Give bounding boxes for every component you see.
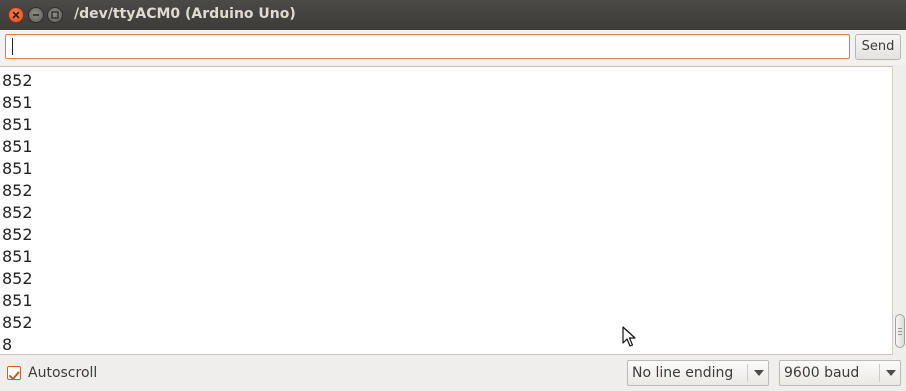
output-line: 851 (2, 159, 33, 178)
output-line: 8 (2, 335, 13, 354)
combo-separator (747, 364, 748, 382)
dropdown-arrow-icon (886, 370, 896, 376)
output-line: 852 (2, 313, 33, 332)
baud-rate-value: 9600 baud (784, 365, 860, 381)
output-line: 851 (2, 137, 33, 156)
line-ending-select[interactable]: No line ending (627, 360, 769, 386)
output-line: 851 (2, 247, 33, 266)
output-lines: 852 851 851 851 851 852 852 852 851 852 … (2, 70, 33, 354)
dropdown-arrow-icon (754, 370, 764, 376)
output-line: 852 (2, 71, 33, 90)
combo-separator (879, 364, 880, 382)
mouse-pointer-icon (622, 326, 636, 347)
checkmark-icon (9, 371, 20, 380)
autoscroll-checkbox[interactable] (7, 366, 21, 380)
vertical-scrollbar[interactable] (892, 66, 906, 355)
grip-line (898, 334, 902, 335)
baud-rate-select[interactable]: 9600 baud (779, 360, 901, 386)
grip-line (898, 328, 902, 329)
output-line: 852 (2, 181, 33, 200)
serial-input[interactable] (5, 34, 850, 59)
serial-output[interactable]: 852 851 851 851 851 852 852 852 851 852 … (0, 66, 892, 355)
close-icon[interactable] (8, 7, 24, 23)
title-bar: /dev/ttyACM0 (Arduino Uno) (0, 0, 906, 30)
output-line: 851 (2, 93, 33, 112)
minimize-icon[interactable] (28, 7, 44, 23)
bottom-bar: Autoscroll No line ending 9600 baud (0, 356, 906, 391)
output-line: 852 (2, 203, 33, 222)
output-line: 852 (2, 225, 33, 244)
send-button[interactable]: Send (855, 34, 901, 60)
output-line: 851 (2, 115, 33, 134)
window-title: /dev/ttyACM0 (Arduino Uno) (74, 6, 296, 22)
line-ending-value: No line ending (632, 365, 734, 381)
grip-line (898, 331, 902, 332)
maximize-icon[interactable] (47, 7, 63, 23)
scrollbar-thumb[interactable] (895, 314, 905, 348)
text-caret (12, 38, 13, 55)
output-line: 851 (2, 291, 33, 310)
input-row: Send (0, 30, 906, 65)
autoscroll-label: Autoscroll (28, 365, 98, 381)
output-line: 852 (2, 269, 33, 288)
